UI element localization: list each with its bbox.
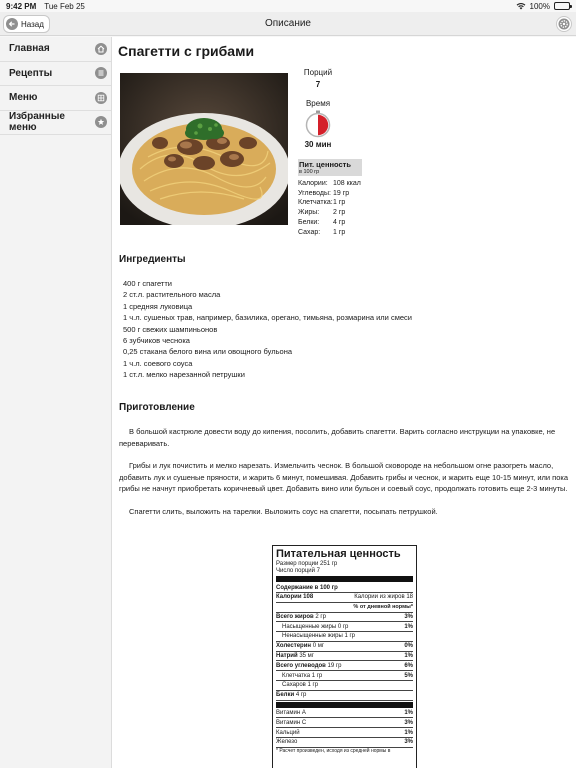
nutrient-row: Насыщенные жиры 0 гр 1% [276,622,413,633]
grid-icon [95,91,107,104]
page-title: Описание [264,18,311,29]
nutrition-summary-row: Калории: 108 ккал [298,180,361,187]
status-date: Tue Feb 25 [44,1,85,11]
list-icon [95,67,107,80]
nutrition-summary-row: Жиры: 2 гр [298,209,346,217]
vitamin-row: Кальций 1% [276,728,413,738]
list-item: 1 средняя луковица [123,301,193,311]
sidebar-item-recipes[interactable]: Рецепты [0,62,111,86]
nutrient-row: Клетчатка 1 гр 5% [276,671,413,681]
step-paragraph: В большой кастрюле довести воду до кипен… [119,427,556,448]
status-bar: 9:42 PM Tue Feb 25 100% [0,0,576,12]
divider [276,576,413,583]
cooking-time-block: Время 30 мин [300,99,336,149]
time-label: Время [305,99,331,108]
step-paragraph: Спагетти слить, выложить на тарелки. Выл… [129,506,438,516]
preparation-heading: Приготовление [119,402,195,413]
list-item: 0,25 стакана белого вина или овощного бу… [123,347,293,357]
battery-percent: 100% [529,1,550,11]
portions-label: Порций [303,68,333,77]
sidebar-item-favorite-menus[interactable]: Избранные меню [0,111,111,135]
wifi-icon [516,3,525,10]
sidebar-item-home[interactable]: Главная [0,37,111,62]
ingredients-list: 400 г спагетти 2 ст.л. растительного мас… [123,278,412,381]
nutrition-summary-row: Клетчатка: 1 гр [298,199,346,207]
nutrient-row: Натрий 35 мг 1% [276,652,413,662]
daily-value-header: % от дневной нормы* [276,603,413,613]
navigation-bar: Назад Описание [0,12,576,36]
nutrition-facts-title: Питательная ценность [276,548,401,560]
star-icon [95,116,107,129]
nutrition-summary: Пит. ценность в 100 гр Калории: 108 ккал … [298,159,362,237]
timer-icon [305,110,331,138]
nutrition-summary-title: Пит. ценность [299,160,351,169]
time-value: 30 мин [304,140,332,149]
step-paragraph: Грибы и лук почистить и мелко нарезать. … [119,461,569,493]
portions-value: 7 [315,80,321,89]
vitamin-row: Витамин С 3% [276,718,413,729]
list-item: 2 ст.л. растительного масла [123,290,221,300]
back-arrow-icon [6,18,18,30]
battery-icon [554,2,572,10]
divider [276,701,413,708]
list-item: 400 г спагетти [123,279,172,288]
status-right: 100% [516,1,572,11]
nutrient-row: Ненасыщенные жиры 1 гр [276,632,413,642]
back-button[interactable]: Назад [3,15,50,33]
list-item: 6 зубчиков чеснока [123,336,190,346]
nutrition-summary-subtitle: в 100 гр [299,169,320,175]
nutrition-facts-label: Питательная ценность Размер порции 251 г… [272,545,417,768]
nutrient-rows: Всего жиров 2 гр 3% Насыщенные жиры 0 гр 1%… [276,613,413,701]
sidebar-item-label: Рецепты [9,67,53,79]
sidebar-item-label: Избранные меню [9,111,65,134]
sidebar-item-menu[interactable]: Меню [0,86,111,111]
home-icon [95,42,107,55]
nutrition-summary-row: Углеводы: 19 гр [298,189,350,197]
preparation-steps: В большой кастрюле довести воду до кипен… [119,426,571,528]
serving-size: Размер порции 251 гр [276,560,338,567]
gear-icon [558,18,570,30]
nutrition-summary-row: Белки: 4 гр [298,218,346,226]
list-item: 1 ч.л. соевого соуса [123,358,193,368]
recipe-title: Спагетти с грибами [118,43,255,59]
nutrient-row: Сахаров 1 гр [276,681,413,691]
settings-button[interactable] [556,16,572,32]
back-button-label: Назад [21,19,44,29]
servings-count: Число порций 7 [276,568,320,575]
nutrient-row: Белки 4 гр [276,691,413,701]
nutrient-row: Всего углеводов 19 гр 6% [276,661,413,672]
nutrient-row: Холестерин 0 мг 0% [276,642,413,652]
nutrition-summary-header: Пит. ценность в 100 гр [298,159,362,176]
list-item: 500 г свежих шампиньонов [123,324,218,334]
nutrient-row: Всего жиров 2 гр 3% [276,613,413,623]
recipe-photo [120,73,288,225]
sidebar: Главная Рецепты Меню Избранные меню [0,37,112,768]
nutrition-summary-row: Сахар: 1 гр [298,228,346,236]
vitamin-rows: Витамин А 1% Витамин С 3% Кальций 1% Железо 3% [276,709,413,748]
sidebar-item-label: Главная [9,43,50,55]
footnote: * Расчет произведен, исходя из средней н… [276,748,391,755]
calories-row: Калории 108 Калории из жиров 18 [276,593,413,603]
list-item: 1 ст.л. мелко нарезанной петрушки [123,370,245,380]
vitamin-row: Железо 3% [276,738,413,748]
content-per: Содержание в 100 гр [276,583,413,593]
ingredients-heading: Ингредиенты [119,254,186,265]
recipe-detail: Спагетти с грибами Порций 7 Время 30 мин… [112,37,576,768]
status-time: 9:42 PM [6,1,37,11]
sidebar-item-label: Меню [9,92,38,104]
list-item: 1 ч.л. сушеных трав, например, базилика,… [123,313,412,323]
vitamin-row: Витамин А 1% [276,709,413,719]
portions-block: Порций 7 [300,68,336,89]
